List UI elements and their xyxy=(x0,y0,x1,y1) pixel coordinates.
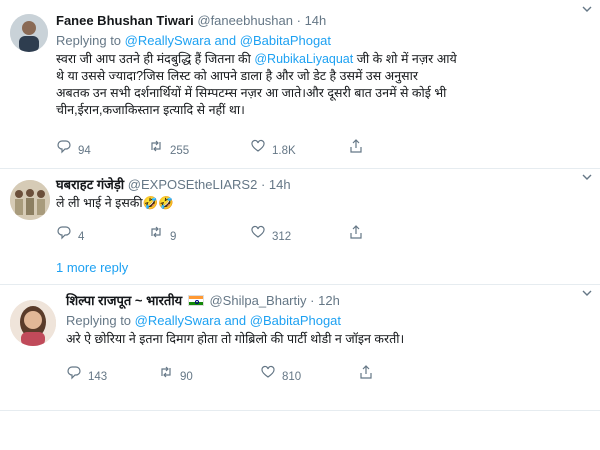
separator: · xyxy=(296,13,301,28)
reply-button[interactable]: 4 xyxy=(56,224,84,243)
replying-to-mentions[interactable]: @ReallySwara and @BabitaPhogat xyxy=(125,33,331,48)
tweet-header: शिल्पा राजपूत ~ भारतीय @Shilpa_Bhartiy ·… xyxy=(66,292,586,310)
retweet-button[interactable]: 90 xyxy=(158,364,193,383)
tweet-header: घबराहट गंजेड़ी @EXPOSEtheLIARS2 · 14h xyxy=(56,176,586,194)
tweet-text-line: ले ली भाई ने इसकी🤣🤣 xyxy=(56,196,174,210)
replying-prefix: Replying to xyxy=(56,33,122,48)
timestamp[interactable]: 14h xyxy=(305,13,327,28)
share-icon xyxy=(348,138,364,154)
avatar[interactable] xyxy=(10,14,48,52)
tweet-text: अरे ऐ छोरिया ने इतना दिमाग होता तो गोब्र… xyxy=(66,331,586,348)
reply-icon xyxy=(56,224,72,240)
tweet[interactable]: शिल्पा राजपूत ~ भारतीय @Shilpa_Bhartiy ·… xyxy=(0,284,600,402)
author-name[interactable]: शिल्पा राजपूत ~ भारतीय xyxy=(66,293,182,308)
tweet-actions: 4 9 312 xyxy=(56,224,376,243)
retweet-icon xyxy=(158,364,174,380)
tweet-text-line: अबतक उन सभी दर्शनार्थियों में सिम्पटम्स … xyxy=(56,86,447,100)
text-segment: जी के शो में नज़र आये xyxy=(353,52,457,66)
tweet-text: ले ली भाई ने इसकी🤣🤣 xyxy=(56,195,586,212)
retweet-icon xyxy=(148,224,164,240)
reply-thread: Fanee Bhushan Tiwari @faneebhushan · 14h… xyxy=(0,0,600,412)
chevron-down-icon[interactable] xyxy=(582,172,592,182)
share-icon xyxy=(358,364,374,380)
chevron-down-icon[interactable] xyxy=(582,288,592,298)
timestamp[interactable]: 14h xyxy=(269,177,291,192)
like-button[interactable]: 312 xyxy=(250,224,291,243)
reply-icon xyxy=(66,364,82,380)
chevron-down-icon[interactable] xyxy=(582,4,592,14)
text-segment: स्वरा जी आप उतने ही मंदबुद्धि हैं जितना … xyxy=(56,52,255,66)
avatar[interactable] xyxy=(10,300,56,346)
tweet-text: स्वरा जी आप उतने ही मंदबुद्धि हैं जितना … xyxy=(56,51,586,119)
reply-button[interactable]: 143 xyxy=(66,364,107,383)
like-count: 312 xyxy=(272,231,292,243)
tweet[interactable]: Fanee Bhushan Tiwari @faneebhushan · 14h… xyxy=(0,0,600,168)
tweet-text-line: थे या उससे ज्यादा?जिस लिस्ट को आपने डाला… xyxy=(56,69,418,83)
retweet-count: 9 xyxy=(170,231,177,243)
share-icon xyxy=(348,224,364,240)
replying-to: Replying to @ReallySwara and @BabitaPhog… xyxy=(66,312,586,330)
reply-count: 4 xyxy=(78,231,85,243)
india-flag-icon xyxy=(187,295,204,306)
author-handle[interactable]: @Shilpa_Bhartiy xyxy=(209,293,306,308)
tweet-actions: 94 255 1.8K xyxy=(56,138,376,157)
reply-count: 143 xyxy=(88,371,108,383)
share-button[interactable] xyxy=(358,364,380,383)
replying-to-mentions[interactable]: @ReallySwara and @BabitaPhogat xyxy=(135,313,341,328)
like-button[interactable]: 810 xyxy=(260,364,301,383)
share-button[interactable] xyxy=(348,224,370,243)
like-count: 1.8K xyxy=(272,145,296,157)
heart-icon xyxy=(250,138,266,154)
retweet-button[interactable]: 9 xyxy=(148,224,176,243)
author-name[interactable]: घबराहट गंजेड़ी xyxy=(56,177,124,192)
author-name[interactable]: Fanee Bhushan Tiwari xyxy=(56,13,194,28)
heart-icon xyxy=(260,364,276,380)
tweet-header: Fanee Bhushan Tiwari @faneebhushan · 14h xyxy=(56,12,586,30)
avatar[interactable] xyxy=(10,180,50,220)
reply-button[interactable]: 94 xyxy=(56,138,91,157)
replying-prefix: Replying to xyxy=(66,313,132,328)
tweet[interactable]: घबराहट गंजेड़ी @EXPOSEtheLIARS2 · 14h ले… xyxy=(0,168,600,252)
author-handle[interactable]: @EXPOSEtheLIARS2 xyxy=(128,177,258,192)
reply-count: 94 xyxy=(78,145,91,157)
author-handle[interactable]: @faneebhushan xyxy=(197,13,293,28)
retweet-icon xyxy=(148,138,164,154)
divider xyxy=(0,410,600,411)
more-replies-link[interactable]: 1 more reply xyxy=(56,260,128,275)
separator: · xyxy=(310,293,315,308)
share-button[interactable] xyxy=(348,138,370,157)
retweet-count: 90 xyxy=(180,371,193,383)
tweet-text-line: चीन,ईरान,कजाकिस्तान इत्यादि से नहीं था। xyxy=(56,103,245,117)
retweet-button[interactable]: 255 xyxy=(148,138,189,157)
separator: · xyxy=(260,177,266,192)
tweet-actions: 143 90 810 xyxy=(66,364,386,383)
tweet-text-line: अरे ऐ छोरिया ने इतना दिमाग होता तो गोब्र… xyxy=(66,332,405,346)
tweet-text-line: स्वरा जी आप उतने ही मंदबुद्धि हैं जितना … xyxy=(56,51,586,68)
like-count: 810 xyxy=(282,371,302,383)
timestamp[interactable]: 12h xyxy=(318,293,340,308)
mention-link[interactable]: @RubikaLiyaquat xyxy=(254,52,353,66)
heart-icon xyxy=(250,224,266,240)
retweet-count: 255 xyxy=(170,145,190,157)
replying-to: Replying to @ReallySwara and @BabitaPhog… xyxy=(56,32,586,50)
reply-icon xyxy=(56,138,72,154)
like-button[interactable]: 1.8K xyxy=(250,138,296,157)
